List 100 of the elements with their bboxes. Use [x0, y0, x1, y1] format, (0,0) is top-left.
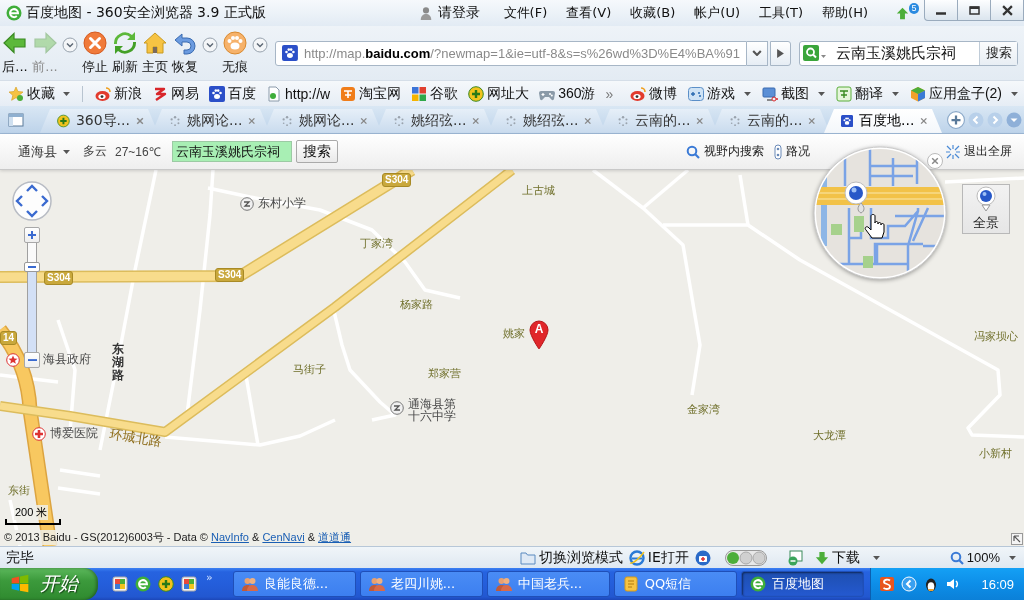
area-search-link[interactable]: 视野内搜索: [686, 143, 764, 160]
login-link[interactable]: 请登录: [418, 4, 480, 22]
arrow-up-icon[interactable]: [896, 6, 909, 20]
map-marker[interactable]: A: [529, 320, 549, 350]
menu-item[interactable]: 收藏(B): [630, 4, 676, 22]
menu-item[interactable]: 帮助(H): [822, 4, 868, 22]
caret-icon: [872, 555, 880, 560]
menu-item[interactable]: 文件(F): [503, 4, 548, 22]
panorama-button[interactable]: 全景: [962, 184, 1010, 234]
incognito-button[interactable]: 无痕: [222, 31, 248, 75]
bookmark-link[interactable]: http://w: [266, 85, 331, 102]
zoom-button[interactable]: 100%: [949, 550, 1016, 565]
more-quick-launch-button[interactable]: »: [206, 571, 213, 584]
chevron-down-circle-icon[interactable]: [1006, 111, 1022, 128]
menu-item[interactable]: 工具(T): [759, 4, 804, 22]
favorites-menu[interactable]: 收藏: [8, 84, 70, 103]
chevron-circle-icon[interactable]: [62, 37, 78, 53]
expand-corner-icon[interactable]: [1011, 533, 1023, 545]
zoom-in-button[interactable]: [24, 227, 40, 243]
copyright-link[interactable]: CenNavi: [262, 531, 305, 543]
bookmark-link[interactable]: 网易: [152, 84, 199, 103]
zoom-slider-thumb[interactable]: [24, 262, 40, 272]
first-aid-icon[interactable]: [694, 549, 711, 566]
close-icon[interactable]: [360, 116, 368, 126]
browser-logo-icon: [749, 576, 766, 592]
chevron-down-icon: [752, 50, 762, 56]
close-icon[interactable]: [696, 116, 704, 126]
bookmark-link[interactable]: 新浪: [95, 84, 142, 103]
toolbar-link[interactable]: 翻译: [835, 84, 899, 103]
close-icon[interactable]: [135, 116, 144, 126]
address-field[interactable]: http://map.baidu.com/?newmap=1&ie=utf-8&s=s%26wd%3D%E4%BA%91: [275, 40, 747, 66]
taskbar-button[interactable]: 中国老兵...: [486, 571, 610, 597]
copyright-link[interactable]: 道道通: [318, 531, 352, 543]
exit-fullscreen-link[interactable]: 退出全屏: [946, 143, 1012, 160]
start-button[interactable]: 开始: [0, 568, 98, 600]
download-button[interactable]: 下载: [814, 548, 880, 567]
pan-control[interactable]: [12, 181, 52, 221]
chevron-circle-icon[interactable]: [202, 37, 218, 53]
toolbar-link[interactable]: 游戏: [687, 84, 751, 103]
search-field[interactable]: 云南玉溪姚氏宗祠: [171, 141, 292, 162]
toolbar-link[interactable]: 截图: [761, 84, 825, 103]
star-icon: [6, 353, 20, 367]
toolbar-link[interactable]: 微博: [629, 84, 677, 103]
taskbar-button[interactable]: 良能良德...: [232, 571, 356, 597]
city-selector[interactable]: 通海县: [18, 142, 70, 161]
search-button[interactable]: 搜索: [295, 140, 338, 163]
close-icon[interactable]: [920, 116, 928, 126]
more-bookmarks-button[interactable]: »: [605, 85, 614, 102]
search-icon[interactable]: [803, 44, 827, 62]
tile-icon[interactable]: [879, 576, 896, 592]
search-field[interactable]: 云南玉溪姚氏宗祠 搜索: [799, 40, 1018, 66]
browser-logo-icon[interactable]: [135, 576, 151, 592]
stop-button[interactable]: 停止: [82, 31, 108, 75]
back-button[interactable]: 后...: [2, 31, 28, 75]
bookmark-link[interactable]: 谷歌: [411, 84, 459, 103]
monitor-icon: [761, 85, 778, 102]
home-button[interactable]: 主页: [142, 31, 168, 75]
menu-item[interactable]: 帐户(U): [694, 4, 740, 22]
squares-icon[interactable]: [181, 576, 197, 592]
copyright-link[interactable]: NavInfo: [211, 531, 249, 543]
bookmark-link[interactable]: 百度: [209, 84, 256, 103]
taskbar-button[interactable]: 老四川姚...: [359, 571, 483, 597]
browser-tab[interactable]: 百度地...: [824, 109, 942, 133]
search-icon: [686, 144, 700, 159]
status-bar-button[interactable]: 切换浏览模式: [519, 548, 623, 567]
close-icon[interactable]: [808, 116, 816, 126]
close-icon[interactable]: [584, 116, 592, 126]
maximize-button[interactable]: [957, 0, 991, 21]
status-text: 完毕: [6, 548, 34, 567]
window-icon[interactable]: [786, 549, 803, 566]
zoom-out-button[interactable]: [24, 352, 40, 368]
dots-icon: [617, 113, 630, 129]
close-icon[interactable]: [472, 116, 480, 126]
taskbar-button[interactable]: 百度地图: [740, 571, 864, 597]
menu-item[interactable]: 查看(V): [566, 4, 612, 22]
status-bar-button[interactable]: IE打开: [628, 548, 689, 567]
minimize-button[interactable]: [924, 0, 958, 21]
toolbar-link[interactable]: 应用盒子(2): [909, 84, 1018, 103]
maximize-icon: [968, 5, 980, 15]
close-icon[interactable]: [248, 116, 256, 126]
search-button[interactable]: 搜索: [979, 41, 1017, 65]
refresh-button[interactable]: 刷新: [112, 31, 138, 75]
dropdown-button[interactable]: [747, 40, 768, 66]
plus-circle-icon[interactable]: [158, 576, 174, 592]
sidebar-icon[interactable]: [8, 111, 24, 128]
bookmark-link[interactable]: 网址大: [468, 84, 530, 103]
bookmark-link[interactable]: 淘宝网: [340, 84, 402, 103]
restore-button[interactable]: 恢复: [172, 31, 198, 75]
close-button[interactable]: [990, 0, 1024, 21]
squares-icon[interactable]: [112, 576, 128, 592]
taskbar-button[interactable]: QQ短信: [613, 571, 737, 597]
new-tab-icon[interactable]: [947, 110, 965, 129]
road-label: 东湖路: [112, 343, 124, 383]
chevron-left-circle-icon[interactable]: [901, 576, 918, 592]
traffic-link[interactable]: 路况: [774, 143, 810, 160]
chevron-circle-icon[interactable]: [252, 37, 268, 53]
toggle-dots-icon[interactable]: [724, 549, 767, 566]
bookmark-link[interactable]: 360游: [539, 84, 596, 103]
go-button[interactable]: [770, 40, 791, 66]
paw-icon: [209, 85, 225, 102]
